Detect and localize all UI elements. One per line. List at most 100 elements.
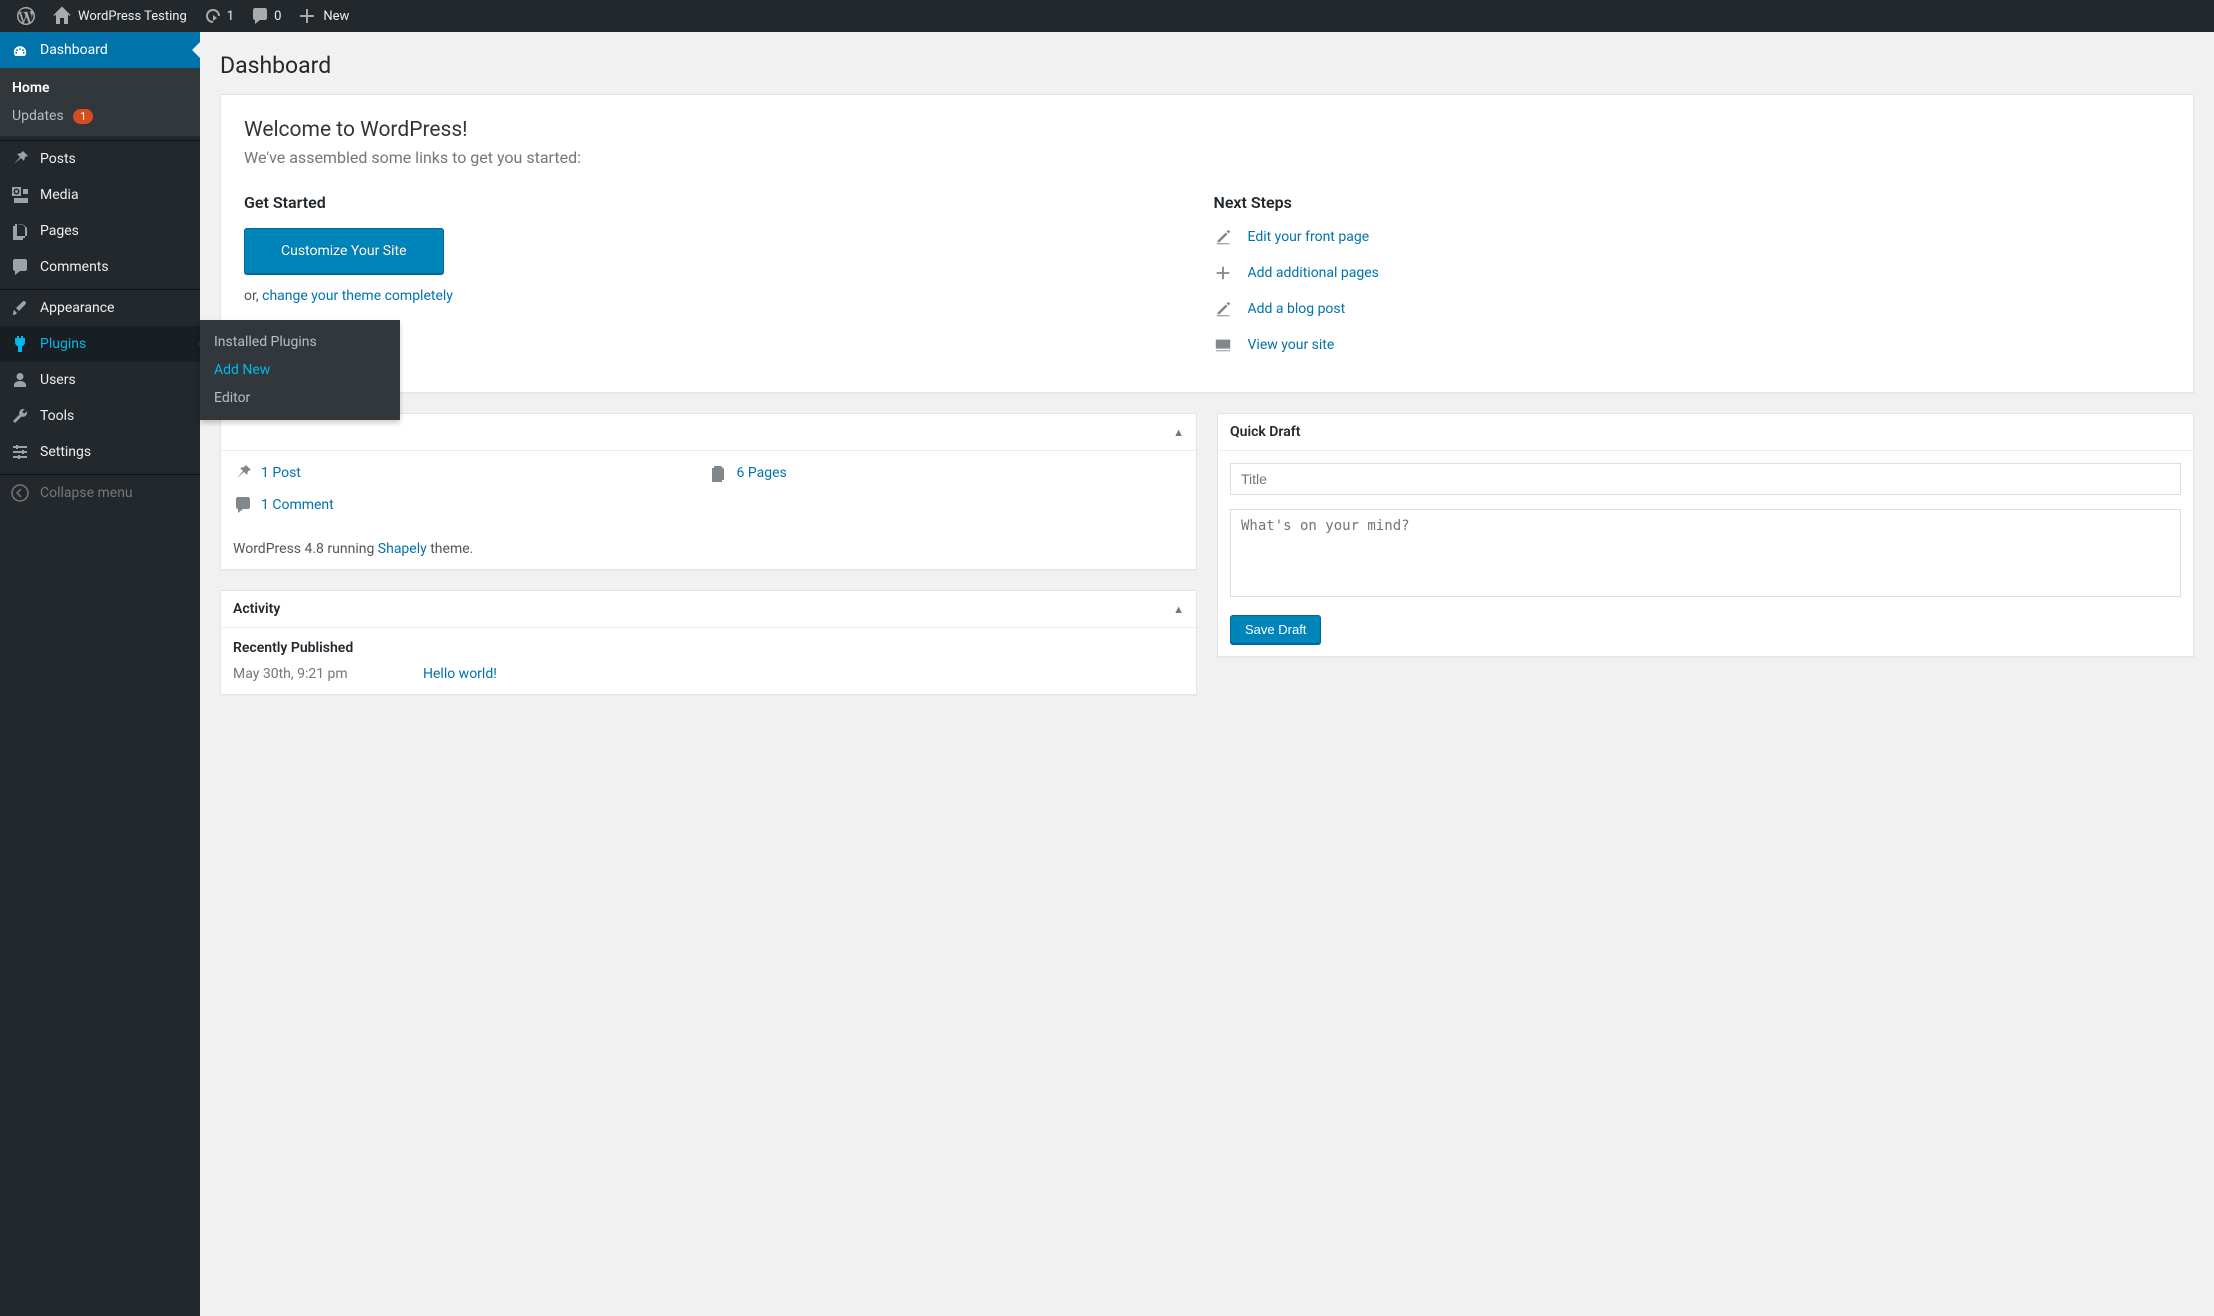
quick-draft-title-input[interactable]	[1230, 463, 2181, 495]
write-icon	[1214, 300, 1232, 318]
dashboard-icon	[10, 40, 30, 60]
activity-heading: Activity	[233, 601, 280, 617]
sidebar-submenu-dashboard: Home Updates 1	[0, 68, 200, 136]
glance-comments-link[interactable]: 1 Comment	[261, 497, 334, 513]
sliders-icon	[10, 442, 30, 462]
change-theme-line: or, change your theme completely	[244, 288, 1214, 304]
toolbar-updates-count: 1	[227, 9, 234, 24]
welcome-panel: Welcome to WordPress! We've assembled so…	[220, 94, 2194, 393]
sidebar-item-comments[interactable]: Comments	[0, 249, 200, 285]
activity-date: May 30th, 9:21 pm	[233, 666, 423, 682]
glance-footer: WordPress 4.8 running Shapely theme.	[233, 541, 1184, 557]
glance-posts: 1 Post	[233, 463, 709, 483]
media-icon	[10, 185, 30, 205]
welcome-col-next-steps: Next Steps Edit your front page Add addi…	[1214, 193, 2184, 372]
user-icon	[10, 370, 30, 390]
toggle-icon[interactable]: ▲	[1173, 603, 1184, 616]
toolbar-comments-count: 0	[274, 9, 281, 24]
change-theme-link[interactable]: change your theme completely	[262, 288, 453, 304]
glance-posts-link[interactable]: 1 Post	[261, 465, 301, 481]
glance-pages-link[interactable]: 6 Pages	[737, 465, 787, 481]
toggle-icon[interactable]: ▲	[1173, 426, 1184, 439]
save-draft-button[interactable]: Save Draft	[1230, 615, 1321, 644]
content-area: Dashboard Welcome to WordPress! We've as…	[200, 32, 2214, 1316]
plus-icon	[297, 6, 317, 26]
sidebar-item-dashboard[interactable]: Dashboard	[0, 32, 200, 68]
welcome-title: Welcome to WordPress!	[244, 118, 2183, 142]
update-icon	[203, 6, 223, 26]
updates-badge: 1	[73, 109, 93, 124]
next-step-edit-front: Edit your front page	[1214, 228, 2184, 246]
sidebar-sub-updates[interactable]: Updates 1	[0, 102, 200, 130]
sidebar-collapse[interactable]: Collapse menu	[0, 475, 200, 511]
admin-sidebar: Dashboard Home Updates 1 Posts Media Pag…	[0, 32, 200, 1316]
wordpress-icon	[16, 6, 36, 26]
sidebar-item-posts[interactable]: Posts	[0, 141, 200, 177]
theme-link[interactable]: Shapely	[378, 541, 427, 557]
next-step-link[interactable]: View your site	[1248, 337, 1335, 353]
comment-icon	[250, 6, 270, 26]
toolbar-site-name: WordPress Testing	[78, 9, 187, 24]
collapse-icon	[10, 483, 30, 503]
sidebar-label: Comments	[40, 259, 109, 275]
wp-logo[interactable]	[8, 0, 44, 32]
edit-icon	[1214, 228, 1232, 246]
sidebar-label: Pages	[40, 223, 79, 239]
sidebar-item-users[interactable]: Users	[0, 362, 200, 398]
sidebar-item-media[interactable]: Media	[0, 177, 200, 213]
pages-icon	[709, 463, 729, 483]
sidebar-item-tools[interactable]: Tools	[0, 398, 200, 434]
plugins-flyout: Installed Plugins Add New Editor	[200, 320, 400, 420]
sidebar-label: Plugins	[40, 336, 86, 352]
sidebar-item-settings[interactable]: Settings	[0, 434, 200, 470]
flyout-add-new[interactable]: Add New	[200, 356, 400, 384]
sidebar-item-plugins[interactable]: Plugins	[0, 326, 200, 362]
next-step-link[interactable]: Add a blog post	[1248, 301, 1346, 317]
plugin-icon	[10, 334, 30, 354]
comment-icon	[233, 495, 253, 515]
wrench-icon	[10, 406, 30, 426]
sidebar-sub-home[interactable]: Home	[0, 74, 200, 102]
admin-toolbar: WordPress Testing 1 0 New	[0, 0, 2214, 32]
sidebar-label: Dashboard	[40, 42, 108, 58]
toolbar-site-link[interactable]: WordPress Testing	[44, 0, 195, 32]
sidebar-label: Media	[40, 187, 79, 203]
quick-draft-header: Quick Draft	[1218, 414, 2193, 451]
toolbar-new[interactable]: New	[289, 0, 357, 32]
customize-site-button[interactable]: Customize Your Site	[244, 228, 444, 274]
at-a-glance-box: ▲ 1 Post 6 Pages	[220, 413, 1197, 570]
sidebar-label: Tools	[40, 408, 74, 424]
next-step-link[interactable]: Edit your front page	[1248, 229, 1370, 245]
pin-icon	[10, 149, 30, 169]
sidebar-label: Appearance	[40, 300, 114, 316]
activity-header: Activity ▲	[221, 591, 1196, 628]
sidebar-item-pages[interactable]: Pages	[0, 213, 200, 249]
quick-draft-content-input[interactable]	[1230, 509, 2181, 597]
sidebar-label: Settings	[40, 444, 91, 460]
next-step-view-site: View your site	[1214, 336, 2184, 354]
toolbar-updates[interactable]: 1	[195, 0, 242, 32]
toolbar-comments[interactable]: 0	[242, 0, 289, 32]
flyout-editor[interactable]: Editor	[200, 384, 400, 412]
page-title: Dashboard	[220, 52, 2194, 79]
next-step-link[interactable]: Add additional pages	[1248, 265, 1379, 281]
sidebar-label: Collapse menu	[40, 485, 133, 501]
recently-pub-heading: Recently Published	[233, 640, 1184, 656]
brush-icon	[10, 298, 30, 318]
glance-comments: 1 Comment	[233, 495, 709, 515]
sidebar-label: Users	[40, 372, 76, 388]
flyout-installed-plugins[interactable]: Installed Plugins	[200, 328, 400, 356]
quick-draft-heading: Quick Draft	[1230, 424, 1300, 440]
activity-post-link[interactable]: Hello world!	[423, 666, 497, 682]
sidebar-item-appearance[interactable]: Appearance	[0, 290, 200, 326]
quick-draft-box: Quick Draft Save Draft	[1217, 413, 2194, 657]
comment-icon	[10, 257, 30, 277]
toolbar-new-label: New	[323, 9, 349, 24]
next-step-add-post: Add a blog post	[1214, 300, 2184, 318]
next-steps-heading: Next Steps	[1214, 193, 2184, 212]
activity-row: May 30th, 9:21 pm Hello world!	[233, 666, 1184, 682]
glance-pages: 6 Pages	[709, 463, 1185, 483]
welcome-subtitle: We've assembled some links to get you st…	[244, 148, 2183, 167]
next-step-add-pages: Add additional pages	[1214, 264, 2184, 282]
sidebar-label: Posts	[40, 151, 76, 167]
